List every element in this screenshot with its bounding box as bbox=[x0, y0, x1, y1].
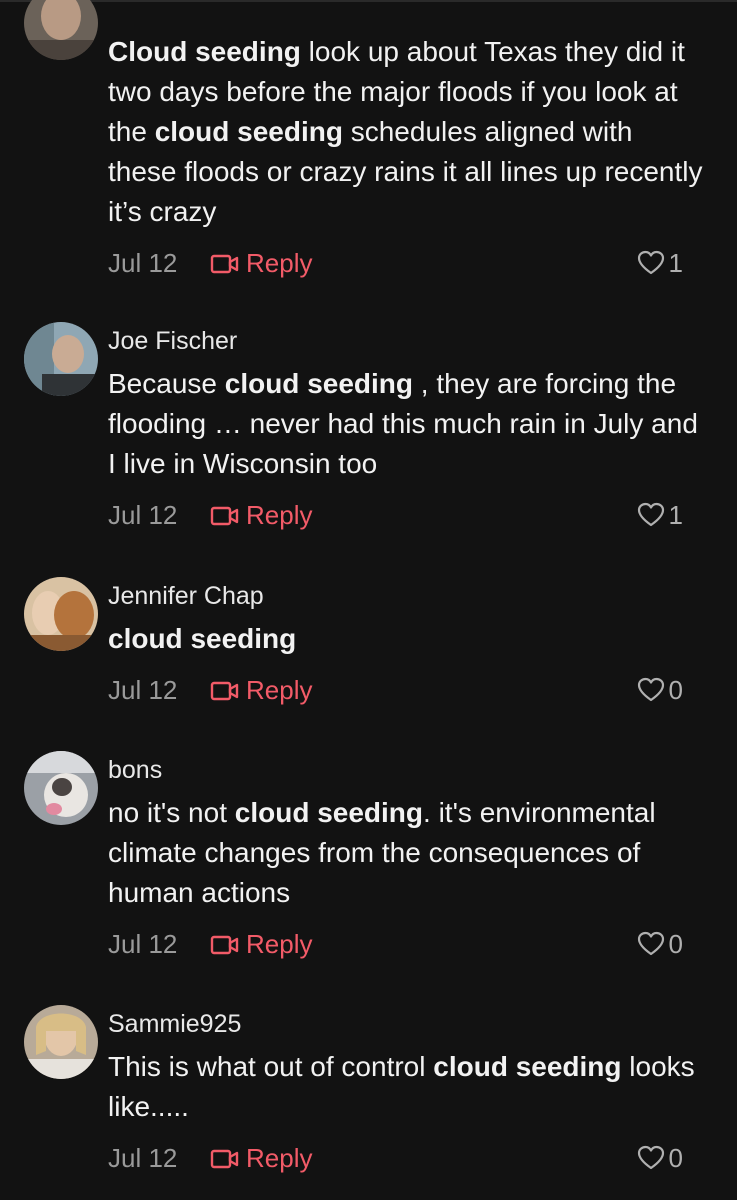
comment-text: Because cloud seeding , they are forcing… bbox=[108, 368, 698, 479]
reply-button[interactable]: Reply bbox=[210, 498, 312, 532]
reply-button[interactable]: Reply bbox=[210, 1141, 312, 1175]
like-count: 0 bbox=[668, 675, 683, 705]
comment-date: Jul 12 bbox=[108, 500, 178, 530]
avatar[interactable] bbox=[24, 577, 98, 651]
reply-label: Reply bbox=[246, 1143, 313, 1173]
comment-date: Jul 12 bbox=[108, 248, 178, 278]
comment-username[interactable]: bons bbox=[108, 755, 708, 785]
avatar[interactable] bbox=[24, 0, 98, 60]
comment-meta: Jul 12 Reply 0 bbox=[108, 1141, 708, 1175]
like-button[interactable]: 0 bbox=[637, 1141, 683, 1175]
reply-label: Reply bbox=[246, 248, 313, 278]
comment-username[interactable]: Jennifer Chap bbox=[108, 581, 708, 611]
video-reply-icon bbox=[210, 254, 239, 274]
avatar[interactable] bbox=[24, 751, 98, 825]
heart-icon bbox=[637, 250, 664, 275]
reply-label: Reply bbox=[246, 929, 313, 959]
comment-text: This is what out of control cloud seedin… bbox=[108, 1051, 695, 1122]
heart-icon bbox=[637, 1145, 664, 1170]
reply-button[interactable]: Reply bbox=[210, 927, 312, 961]
comment-date: Jul 12 bbox=[108, 675, 178, 705]
reply-label: Reply bbox=[246, 675, 313, 705]
comment-text: no it's not cloud seeding. it's environm… bbox=[108, 797, 656, 908]
like-button[interactable]: 0 bbox=[637, 673, 683, 707]
avatar[interactable] bbox=[24, 322, 98, 396]
heart-icon bbox=[637, 931, 664, 956]
like-button[interactable]: 0 bbox=[637, 927, 683, 961]
comment-text: cloud seeding bbox=[108, 623, 297, 654]
reply-label: Reply bbox=[246, 500, 313, 530]
comment-meta: Jul 12 Reply 1 bbox=[108, 246, 708, 280]
like-button[interactable]: 1 bbox=[637, 498, 683, 532]
comment-meta: Jul 12 Reply 0 bbox=[108, 927, 708, 961]
like-count: 1 bbox=[668, 500, 683, 530]
comment-text: Cloud seeding look up about Texas they d… bbox=[108, 36, 703, 227]
top-divider bbox=[0, 0, 737, 2]
comment-date: Jul 12 bbox=[108, 1143, 178, 1173]
like-count: 1 bbox=[668, 248, 683, 278]
video-reply-icon bbox=[210, 935, 239, 955]
reply-button[interactable]: Reply bbox=[210, 246, 312, 280]
comment-date: Jul 12 bbox=[108, 929, 178, 959]
like-button[interactable]: 1 bbox=[637, 246, 683, 280]
reply-button[interactable]: Reply bbox=[210, 673, 312, 707]
avatar[interactable] bbox=[24, 1005, 98, 1079]
comment-meta: Jul 12 Reply 1 bbox=[108, 498, 708, 532]
heart-icon bbox=[637, 502, 664, 527]
comment-username[interactable]: Sammie925 bbox=[108, 1009, 708, 1039]
comment-username[interactable]: Joe Fischer bbox=[108, 326, 708, 356]
like-count: 0 bbox=[668, 929, 683, 959]
video-reply-icon bbox=[210, 681, 239, 701]
video-reply-icon bbox=[210, 1149, 239, 1169]
like-count: 0 bbox=[668, 1143, 683, 1173]
comment-meta: Jul 12 Reply 0 bbox=[108, 673, 708, 707]
heart-icon bbox=[637, 677, 664, 702]
video-reply-icon bbox=[210, 506, 239, 526]
